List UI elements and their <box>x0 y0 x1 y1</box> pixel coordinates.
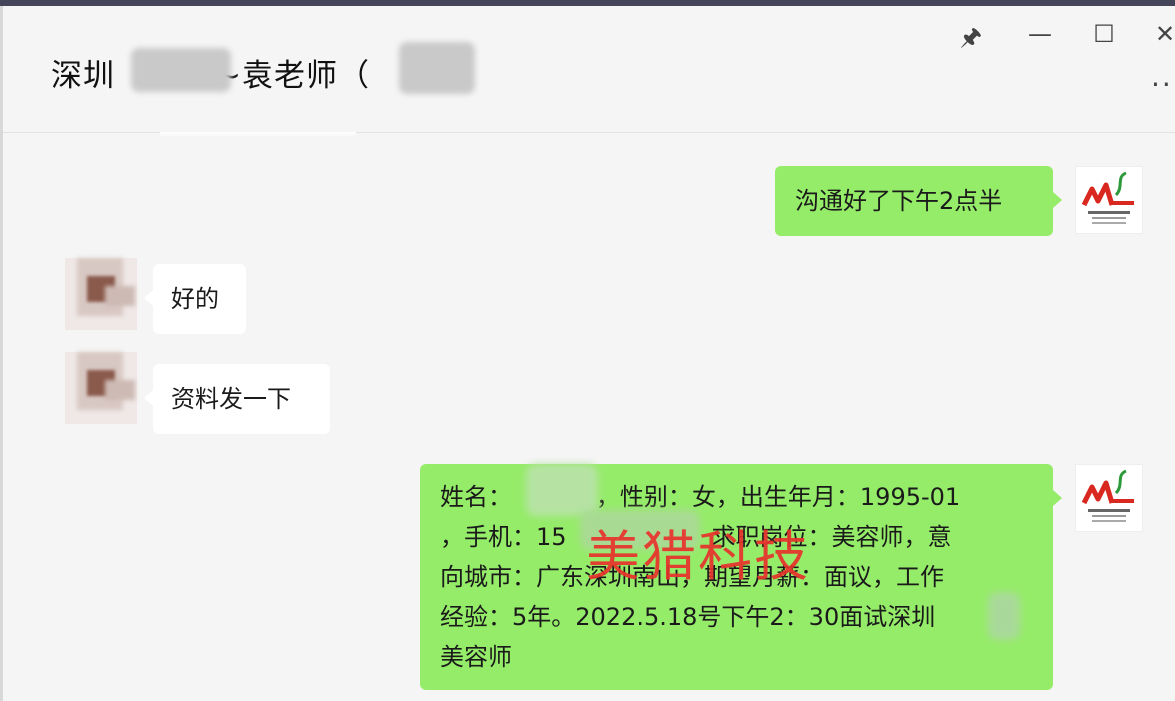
pin-button[interactable]: 🖈 <box>956 20 986 61</box>
message-line: 姓名： ，性别：女，出生年月：1995-01 <box>440 483 961 511</box>
minimize-icon: — <box>1028 20 1052 48</box>
message-bubble-self[interactable]: 沟通好了下午2点半 <box>775 166 1053 236</box>
minimize-button[interactable]: — <box>1025 20 1055 48</box>
title-redaction <box>131 48 231 92</box>
more-options-button[interactable]: ·· <box>1151 68 1173 101</box>
message-bubble-other[interactable]: 好的 <box>153 264 246 334</box>
message-text: 好的 <box>171 285 219 313</box>
redaction-mask <box>988 592 1020 640</box>
message-line: 经验：5年。2022.5.18号下午2：30面试深圳 <box>440 603 936 631</box>
close-button[interactable]: ✕ <box>1153 20 1175 48</box>
maximize-icon: ☐ <box>1093 20 1115 48</box>
company-logo-avatar[interactable] <box>1075 166 1143 234</box>
bubble-tail <box>144 390 153 406</box>
header-shadow <box>160 132 356 137</box>
pin-icon: 🖈 <box>959 23 983 51</box>
company-logo-avatar[interactable] <box>1075 464 1143 532</box>
bubble-tail <box>1053 490 1062 506</box>
redaction-mask <box>526 464 598 516</box>
title-redaction <box>399 42 475 94</box>
message-text: 沟通好了下午2点半 <box>795 187 1003 215</box>
message-line: 美容师 <box>440 643 512 671</box>
maximize-button[interactable]: ☐ <box>1089 20 1119 48</box>
company-logo-icon <box>1081 469 1134 522</box>
contact-avatar[interactable] <box>65 352 137 424</box>
contact-avatar[interactable] <box>65 258 137 330</box>
bubble-tail <box>144 290 153 306</box>
close-icon: ✕ <box>1154 20 1175 48</box>
more-icon: ·· <box>1151 68 1173 101</box>
chat-header: 深圳~袁老师（） 🖈 — ☐ ✕ ·· <box>3 6 1175 133</box>
bubble-tail <box>1053 192 1062 208</box>
message-bubble-other[interactable]: 资料发一下 <box>153 364 330 434</box>
message-text: 资料发一下 <box>171 385 291 413</box>
company-logo-icon <box>1081 171 1134 224</box>
watermark-text: 美猎科技 <box>586 525 810 588</box>
